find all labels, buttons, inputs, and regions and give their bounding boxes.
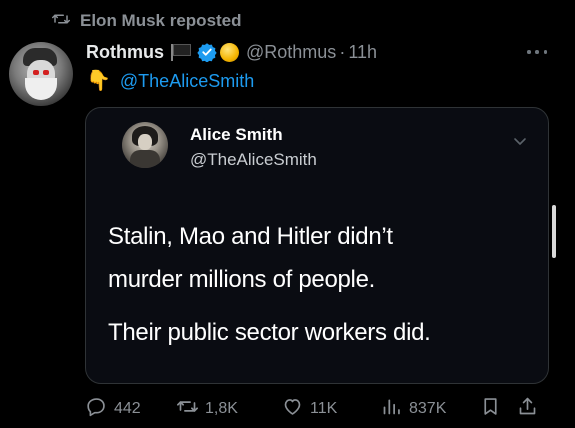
share-button[interactable] bbox=[517, 396, 538, 422]
quote-text-line: murder millions of people. bbox=[108, 266, 375, 293]
repost-button[interactable]: 1,8K bbox=[177, 396, 238, 422]
repost-icon bbox=[177, 396, 198, 422]
action-bar: 442 1,8K 11K 837K bbox=[0, 396, 575, 422]
flag-icon bbox=[171, 43, 193, 61]
heart-icon bbox=[282, 396, 303, 422]
quote-author-name[interactable]: Alice Smith bbox=[190, 125, 283, 145]
more-options-icon[interactable] bbox=[527, 42, 547, 62]
views-icon bbox=[381, 396, 402, 422]
like-button[interactable]: 11K bbox=[282, 396, 337, 422]
coin-icon bbox=[220, 42, 239, 62]
repost-count: 1,8K bbox=[205, 400, 238, 417]
reply-count: 442 bbox=[114, 400, 141, 417]
quote-card[interactable]: Alice Smith @TheAliceSmith Stalin, Mao a… bbox=[85, 107, 549, 384]
repost-banner-text: Elon Musk reposted bbox=[80, 11, 242, 30]
author-name[interactable]: Rothmus bbox=[86, 42, 164, 63]
reply-icon bbox=[86, 396, 107, 422]
views-button[interactable]: 837K bbox=[381, 396, 446, 422]
quote-author-handle[interactable]: @TheAliceSmith bbox=[190, 150, 317, 170]
author-handle[interactable]: @Rothmus bbox=[246, 42, 336, 63]
separator-dot: · bbox=[339, 41, 346, 62]
repost-banner[interactable]: Elon Musk reposted bbox=[52, 10, 242, 32]
share-icon bbox=[517, 396, 538, 422]
views-count: 837K bbox=[409, 400, 447, 417]
chevron-down-icon[interactable] bbox=[512, 133, 528, 149]
repost-icon bbox=[52, 10, 70, 33]
bookmark-button[interactable] bbox=[480, 396, 501, 422]
verified-icon[interactable] bbox=[197, 42, 217, 63]
post-time[interactable]: 11h bbox=[348, 42, 377, 63]
scrollbar-thumb[interactable] bbox=[552, 205, 556, 258]
quote-avatar[interactable] bbox=[122, 122, 168, 168]
author-avatar[interactable] bbox=[9, 42, 73, 106]
post-body: 👇 @TheAliceSmith bbox=[86, 68, 254, 94]
reply-button[interactable]: 442 bbox=[86, 396, 141, 422]
quote-text-line: Their public sector workers did. bbox=[108, 319, 431, 346]
pointing-down-icon: 👇 bbox=[86, 70, 111, 92]
quote-text-line: Stalin, Mao and Hitler didn’t bbox=[108, 223, 393, 250]
mention-link[interactable]: @TheAliceSmith bbox=[120, 71, 254, 92]
bookmark-icon bbox=[480, 396, 501, 422]
like-count: 11K bbox=[310, 400, 338, 417]
post-header: Rothmus @Rothmus · 11h bbox=[86, 39, 377, 65]
